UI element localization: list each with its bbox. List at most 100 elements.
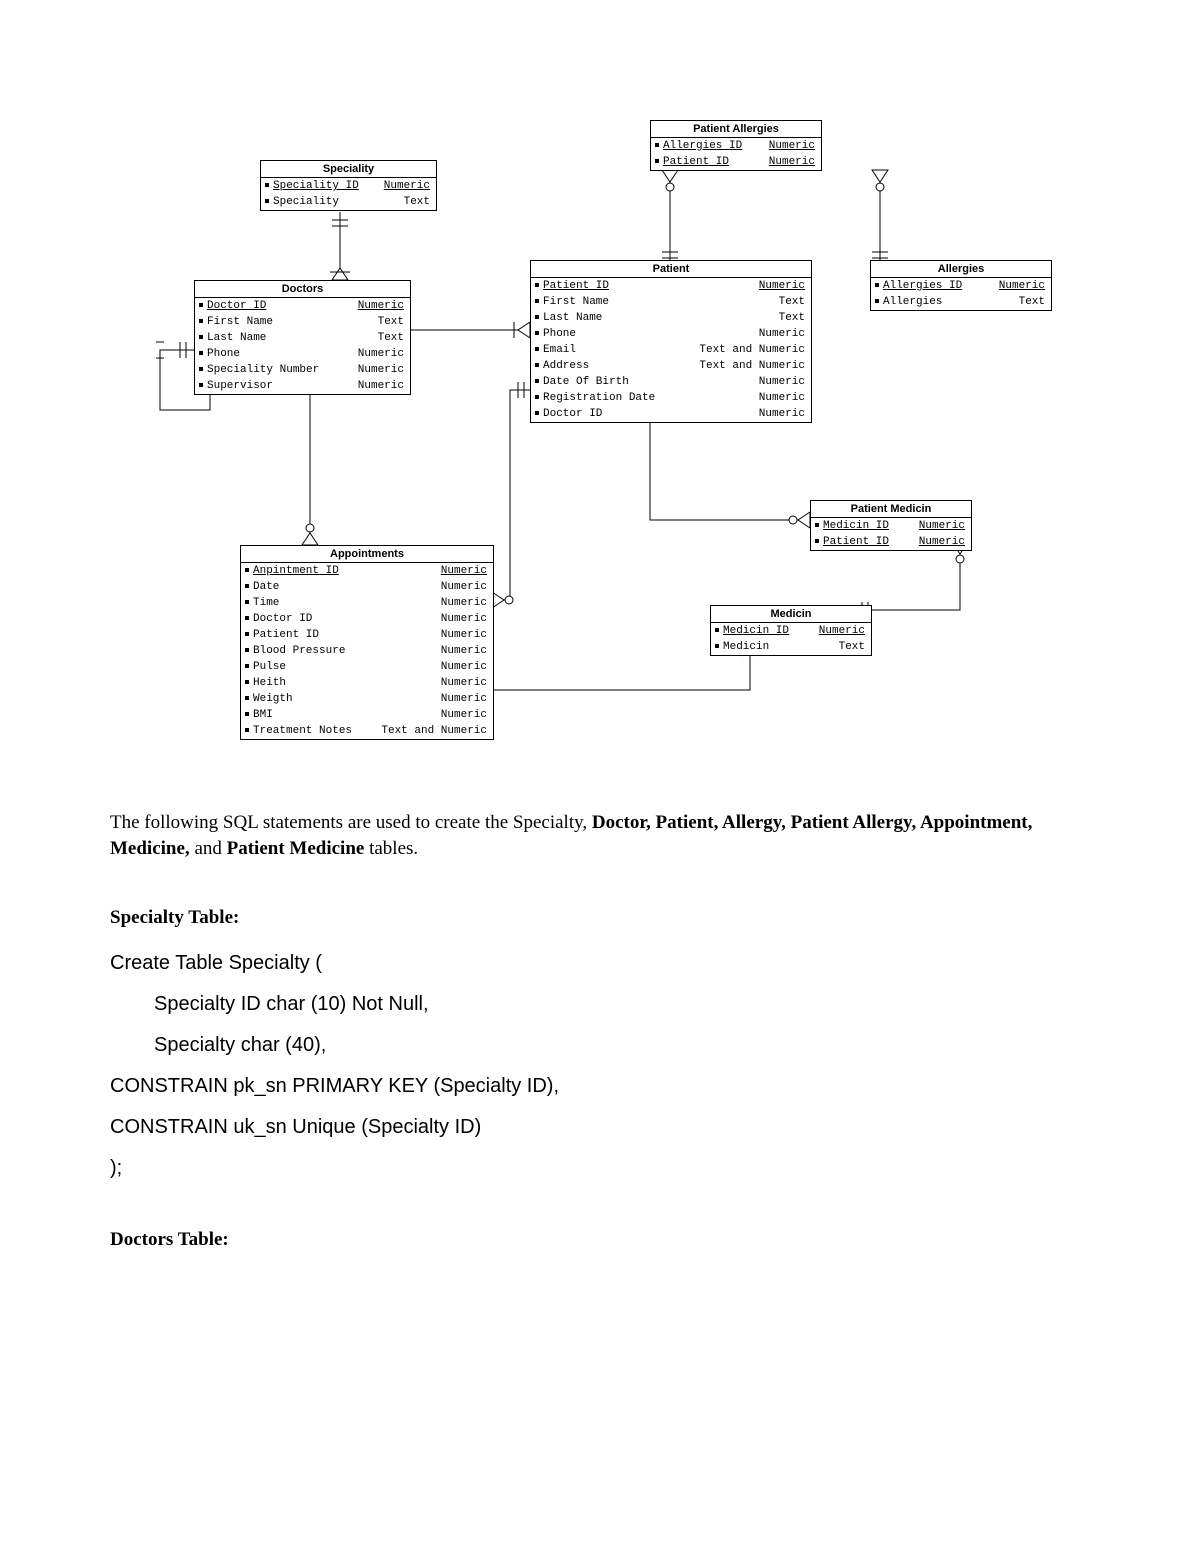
bullet-icon (199, 335, 203, 339)
attribute-name: Weigth (253, 692, 293, 706)
attribute-name: Doctor ID (207, 299, 266, 313)
attribute-type: Numeric (319, 363, 404, 377)
attribute-name: Email (543, 343, 576, 357)
entity-body: Allergies IDNumericAllergiesText (871, 278, 1051, 310)
attribute-name: Treatment Notes (253, 724, 352, 738)
bullet-icon (199, 351, 203, 355)
attribute-name: Time (253, 596, 279, 610)
code-line: Create Table Specialty ( (110, 943, 1090, 984)
specialty-sql: Create Table Specialty (Specialty ID cha… (110, 943, 1090, 1189)
bullet-icon (655, 143, 659, 147)
attribute-type: Numeric (609, 279, 805, 293)
attribute-type: Text (602, 311, 805, 325)
entity-attribute: DateNumeric (241, 579, 493, 595)
entity-doctors: Doctors Doctor IDNumericFirst NameTextLa… (194, 280, 411, 395)
entity-attribute: SpecialityText (261, 194, 436, 210)
entity-body: Allergies IDNumericPatient IDNumeric (651, 138, 821, 170)
entity-attribute: Patient IDNumeric (531, 278, 811, 294)
attribute-name: Doctor ID (253, 612, 312, 626)
entity-body: Medicin IDNumericMedicinText (711, 623, 871, 655)
attribute-type: Numeric (293, 692, 487, 706)
attribute-type: Numeric (286, 676, 487, 690)
attribute-type: Text (769, 640, 865, 654)
intro-tail: tables. (364, 838, 418, 859)
entity-attribute: BMINumeric (241, 707, 493, 723)
bullet-icon (245, 728, 249, 732)
attribute-name: Heith (253, 676, 286, 690)
attribute-type: Numeric (889, 519, 965, 533)
entity-attribute: HeithNumeric (241, 675, 493, 691)
entity-attribute: MedicinText (711, 639, 871, 655)
bullet-icon (245, 664, 249, 668)
attribute-type: Numeric (312, 612, 487, 626)
code-line: Specialty char (40), (110, 1025, 1090, 1066)
attribute-name: First Name (543, 295, 609, 309)
attribute-name: Blood Pressure (253, 644, 345, 658)
attribute-type: Numeric (339, 564, 487, 578)
entity-speciality: Speciality Speciality IDNumericSpecialit… (260, 160, 437, 211)
code-line: CONSTRAIN uk_sn Unique (Specialty ID) (110, 1107, 1090, 1148)
bullet-icon (199, 367, 203, 371)
bullet-icon (535, 347, 539, 351)
code-line: Specialty ID char (10) Not Null, (110, 984, 1090, 1025)
attribute-name: Allergies (883, 295, 942, 309)
entity-attribute: Patient IDNumeric (811, 534, 971, 550)
entity-attribute: WeigthNumeric (241, 691, 493, 707)
attribute-name: Phone (207, 347, 240, 361)
attribute-type: Numeric (789, 624, 865, 638)
entity-title: Patient Allergies (651, 121, 821, 138)
attribute-name: Pulse (253, 660, 286, 674)
attribute-name: Medicin ID (823, 519, 889, 533)
entity-attribute: First NameText (195, 314, 410, 330)
entity-attribute: Last NameText (195, 330, 410, 346)
attribute-name: Patient ID (543, 279, 609, 293)
bullet-icon (535, 283, 539, 287)
attribute-type: Numeric (889, 535, 965, 549)
attribute-type: Numeric (273, 708, 487, 722)
attribute-type: Numeric (729, 155, 815, 169)
entity-body: Speciality IDNumericSpecialityText (261, 178, 436, 210)
bullet-icon (265, 183, 269, 187)
bullet-icon (245, 600, 249, 604)
attribute-type: Numeric (279, 596, 487, 610)
attribute-name: Speciality Number (207, 363, 319, 377)
attribute-type: Text (609, 295, 805, 309)
entity-title: Patient (531, 261, 811, 278)
entity-body: Medicin IDNumericPatient IDNumeric (811, 518, 971, 550)
entity-attribute: Allergies IDNumeric (651, 138, 821, 154)
entity-title: Appointments (241, 546, 493, 563)
attribute-type: Numeric (962, 279, 1045, 293)
document-page: Speciality Speciality IDNumericSpecialit… (0, 0, 1200, 1553)
entity-attribute: PhoneNumeric (531, 326, 811, 342)
entity-body: Anpintment IDNumericDateNumericTimeNumer… (241, 563, 493, 739)
entity-body: Doctor ID Numeric First NameTextLast NameT… (195, 298, 410, 394)
bullet-icon (245, 680, 249, 684)
bullet-icon (245, 696, 249, 700)
attribute-name: Doctor ID (543, 407, 602, 421)
intro-paragraph: The following SQL statements are used to… (110, 810, 1090, 861)
entity-attribute: SupervisorNumeric (195, 378, 410, 394)
entity-attribute: Speciality NumberNumeric (195, 362, 410, 378)
bullet-icon (199, 383, 203, 387)
code-line: CONSTRAIN pk_sn PRIMARY KEY (Specialty I… (110, 1066, 1090, 1107)
entity-attribute: Doctor IDNumeric (241, 611, 493, 627)
attribute-name: First Name (207, 315, 273, 329)
bullet-icon (875, 283, 879, 287)
intro-mid: and (190, 838, 227, 859)
entity-attribute: Treatment NotesText and Numeric (241, 723, 493, 739)
attribute-type: Numeric (655, 391, 805, 405)
entity-attribute: Medicin IDNumeric (811, 518, 971, 534)
bullet-icon (815, 539, 819, 543)
entity-attribute: Date Of BirthNumeric (531, 374, 811, 390)
attribute-name: Last Name (543, 311, 602, 325)
attribute-type: Text (942, 295, 1045, 309)
entity-patient: Patient Patient IDNumericFirst NameTextL… (530, 260, 812, 423)
entity-patient-allergies: Patient Allergies Allergies IDNumericPat… (650, 120, 822, 171)
bullet-icon (245, 712, 249, 716)
entity-attribute: AllergiesText (871, 294, 1051, 310)
specialty-table-heading: Specialty Table: (110, 907, 1090, 929)
doctors-table-heading: Doctors Table: (110, 1229, 1090, 1251)
bullet-icon (245, 632, 249, 636)
entity-attribute: EmailText and Numeric (531, 342, 811, 358)
attribute-type: Numeric (629, 375, 805, 389)
